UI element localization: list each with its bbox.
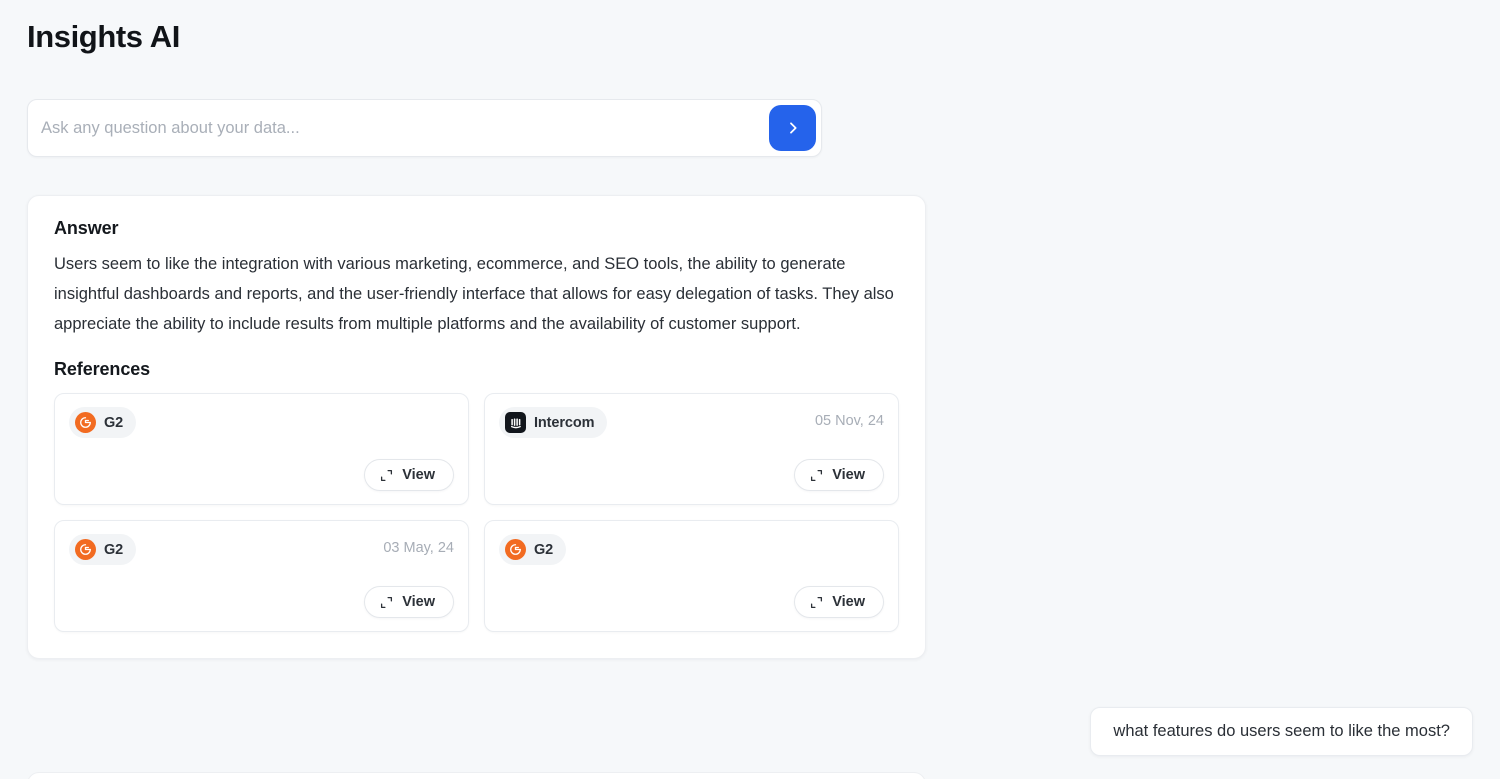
- source-badge: G2: [69, 534, 137, 565]
- answer-text: Users seem to like the integration with …: [54, 255, 894, 333]
- answer-card: Answer Users seem to like the integratio…: [27, 195, 926, 659]
- g2-icon: [75, 412, 96, 433]
- references-grid: G2 View Intercom 05 Nov, 24 View G2 03 M…: [54, 393, 899, 632]
- references-heading: References: [54, 359, 151, 379]
- view-button-label: View: [832, 467, 865, 483]
- next-message-card-peek: [27, 772, 926, 779]
- expand-icon: [380, 596, 393, 609]
- g2-icon: [75, 539, 96, 560]
- source-name: G2: [104, 541, 124, 558]
- page-title: Insights AI: [27, 19, 180, 54]
- view-button[interactable]: View: [364, 459, 454, 491]
- view-button-label: View: [832, 594, 865, 610]
- source-badge: Intercom: [499, 407, 608, 438]
- source-badge: G2: [69, 407, 137, 438]
- intercom-icon: [505, 412, 526, 433]
- reference-date: 03 May, 24: [383, 540, 454, 556]
- g2-icon: [505, 539, 526, 560]
- reference-card[interactable]: G2 View: [484, 520, 899, 632]
- reference-date: 05 Nov, 24: [814, 413, 884, 429]
- send-button[interactable]: [769, 105, 816, 151]
- view-button[interactable]: View: [794, 459, 884, 491]
- expand-icon: [380, 469, 393, 482]
- reference-card[interactable]: Intercom 05 Nov, 24 View: [484, 393, 899, 505]
- reference-actions: View: [499, 586, 884, 618]
- user-question-bubble: what features do users seem to like the …: [1090, 707, 1473, 756]
- reference-card[interactable]: G2 03 May, 24 View: [54, 520, 469, 632]
- view-button-label: View: [402, 467, 435, 483]
- expand-icon: [810, 596, 823, 609]
- chevron-right-icon: [785, 120, 801, 136]
- source-badge: G2: [499, 534, 567, 565]
- reference-header: Intercom 05 Nov, 24: [499, 407, 884, 438]
- source-name: G2: [104, 414, 124, 431]
- expand-icon: [810, 469, 823, 482]
- search-input[interactable]: [28, 100, 769, 156]
- view-button[interactable]: View: [794, 586, 884, 618]
- answer-heading: Answer: [54, 218, 119, 238]
- reference-header: G2: [499, 534, 884, 565]
- question-search-bar: [27, 99, 822, 157]
- reference-actions: View: [499, 459, 884, 491]
- reference-header: G2: [69, 407, 454, 438]
- reference-header: G2 03 May, 24: [69, 534, 454, 565]
- view-button[interactable]: View: [364, 586, 454, 618]
- source-name: G2: [534, 541, 554, 558]
- reference-card[interactable]: G2 View: [54, 393, 469, 505]
- view-button-label: View: [402, 594, 435, 610]
- reference-actions: View: [69, 586, 454, 618]
- source-name: Intercom: [534, 414, 595, 431]
- reference-actions: View: [69, 459, 454, 491]
